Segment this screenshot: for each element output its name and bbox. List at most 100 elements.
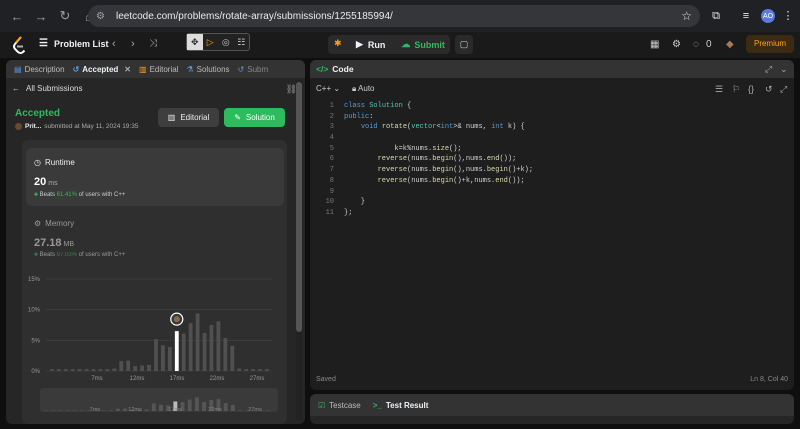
layout-grid-icon[interactable]: ▦ bbox=[650, 39, 659, 50]
save-status: Saved bbox=[316, 376, 336, 383]
format-icon[interactable]: ☰ bbox=[715, 84, 723, 95]
code-line[interactable]: 4 bbox=[310, 133, 794, 144]
code-line[interactable]: 8 reverse(nums.begin()+k,nums.end()); bbox=[310, 176, 794, 187]
user-avatar[interactable]: ◆ bbox=[726, 39, 734, 50]
x-tick-label: 22ms bbox=[210, 376, 225, 382]
auto-mode-toggle[interactable]: 🔒︎ Auto bbox=[352, 84, 375, 94]
chart-bar bbox=[258, 369, 262, 371]
code-text: reverse(nums.begin()+k,nums.end()); bbox=[377, 176, 525, 185]
x-tick-label: 7ms bbox=[91, 376, 102, 382]
run-button[interactable]: ▶ Run bbox=[356, 39, 385, 50]
tab-testcase[interactable]: ☑ Testcase bbox=[318, 401, 361, 410]
mini-bar bbox=[159, 404, 163, 411]
line-number: 7 bbox=[329, 166, 334, 175]
minimize-icon[interactable]: ⌄ bbox=[780, 64, 788, 75]
code-text: void rotate(vector<int>& nums, int k) { bbox=[360, 123, 525, 132]
code-text: public: bbox=[344, 112, 374, 121]
chart-bar bbox=[216, 321, 221, 371]
bookmark-star-icon[interactable]: ☆ bbox=[681, 9, 692, 23]
play-icon: ▶ bbox=[356, 39, 363, 49]
chart-bar bbox=[133, 366, 138, 371]
extensions-icon[interactable]: ⧉ bbox=[709, 9, 723, 23]
mini-bar bbox=[202, 401, 207, 411]
code-line[interactable]: 11}; bbox=[310, 208, 794, 219]
chart-bar bbox=[77, 369, 82, 371]
mini-bar bbox=[238, 410, 243, 411]
chart-bar bbox=[251, 369, 256, 371]
y-tick-label: 10% bbox=[28, 308, 41, 314]
code-panel-title: Code bbox=[332, 64, 354, 74]
chart-bar bbox=[223, 337, 228, 371]
chart-bar bbox=[209, 325, 214, 371]
submit-button[interactable]: ☁ Submit bbox=[401, 39, 445, 50]
chart-bar bbox=[195, 313, 200, 371]
code-line[interactable]: 10 } bbox=[310, 197, 794, 208]
chart-bar bbox=[112, 368, 117, 371]
chart-bar bbox=[98, 369, 103, 371]
cursor-position: Ln 8, Col 40 bbox=[750, 376, 788, 383]
y-tick-label: 15% bbox=[28, 277, 41, 283]
code-line[interactable]: 5 k=k%nums.size(); bbox=[310, 144, 794, 155]
chart-bar bbox=[237, 368, 242, 371]
reset-icon[interactable]: ↺ bbox=[765, 84, 773, 95]
notes-button[interactable]: ▢ bbox=[455, 35, 473, 54]
profile-initials: AO bbox=[762, 12, 774, 20]
test-panel: ☑ Testcase >_ Test Result bbox=[310, 394, 794, 424]
code-line[interactable]: 2 public: bbox=[310, 112, 794, 123]
code-editor[interactable]: 1 class Solution {2 public: 3 void rotate(v… bbox=[310, 101, 794, 219]
fullscreen-icon[interactable]: ⤢ bbox=[780, 84, 787, 95]
coin-count: 0 bbox=[706, 39, 712, 50]
mini-bar bbox=[194, 397, 199, 411]
line-number: 3 bbox=[329, 123, 334, 132]
x-tick-label: 12ms bbox=[130, 376, 145, 382]
line-number: 6 bbox=[329, 155, 334, 164]
bookmark-icon[interactable]: ⚐ bbox=[732, 84, 740, 95]
line-number: 2 bbox=[329, 112, 334, 121]
profile-avatar[interactable]: AO bbox=[761, 9, 775, 23]
mini-bar bbox=[123, 408, 128, 411]
tab-test-result[interactable]: >_ Test Result bbox=[373, 401, 429, 410]
terminal-icon: >_ bbox=[372, 400, 382, 410]
chart-bar bbox=[188, 323, 193, 371]
premium-button[interactable]: Premium bbox=[746, 35, 794, 53]
premium-label: Premium bbox=[753, 39, 786, 48]
chart-bar bbox=[167, 347, 172, 371]
mini-bar bbox=[115, 408, 120, 411]
language-value: C++ bbox=[316, 84, 332, 93]
chart-bar bbox=[230, 345, 235, 371]
menu-dots-icon[interactable]: ⋮ bbox=[781, 9, 795, 23]
fire-icon[interactable]: ◌ bbox=[693, 39, 699, 50]
code-line[interactable]: 9 bbox=[310, 187, 794, 198]
mini-x-tick-label: 22ms bbox=[208, 407, 222, 413]
scrollbar-thumb[interactable] bbox=[296, 82, 302, 332]
mini-bar bbox=[108, 410, 113, 411]
mini-bar bbox=[230, 404, 235, 411]
y-tick-label: 0% bbox=[31, 369, 40, 375]
language-select[interactable]: C++ ⌄ bbox=[316, 84, 340, 93]
chart-mini-navigator[interactable]: 7ms 12ms 17ms 22ms 27ms bbox=[40, 388, 278, 413]
tab-label: Test Result bbox=[385, 400, 429, 410]
x-tick-label: 27ms bbox=[250, 376, 265, 382]
bug-icon[interactable]: ✱ bbox=[334, 38, 342, 49]
line-number: 5 bbox=[329, 144, 334, 153]
chart-bars bbox=[50, 312, 269, 371]
media-icon[interactable]: ≡ bbox=[739, 9, 753, 23]
code-line[interactable]: 3 void rotate(vector<int>& nums, int k) … bbox=[310, 122, 794, 133]
chart-bar bbox=[126, 360, 131, 371]
braces-icon[interactable]: {} bbox=[748, 84, 754, 94]
chart-bar bbox=[70, 369, 75, 371]
chart-bar bbox=[181, 333, 186, 371]
chart-bar bbox=[265, 369, 269, 371]
settings-gear-icon[interactable]: ⚙ bbox=[672, 39, 681, 50]
runtime-distribution-chart[interactable]: 15% 10% 5% 0% 7ms 12ms 17ms 22ms 27ms 7ms 12ms 17m… bbox=[0, 0, 305, 429]
code-line[interactable]: 1 class Solution { bbox=[310, 101, 794, 112]
expand-icon[interactable]: ⤢ bbox=[765, 64, 772, 75]
code-panel-header: </> Code bbox=[310, 60, 794, 78]
code-line[interactable]: 6 reverse(nums.begin(),nums.end()); bbox=[310, 154, 794, 165]
cloud-upload-icon: ☁ bbox=[401, 39, 411, 49]
line-number: 11 bbox=[325, 208, 334, 217]
code-text: } bbox=[344, 198, 366, 207]
code-line[interactable]: 7 reverse(nums.begin(),nums.begin()+k); bbox=[310, 165, 794, 176]
